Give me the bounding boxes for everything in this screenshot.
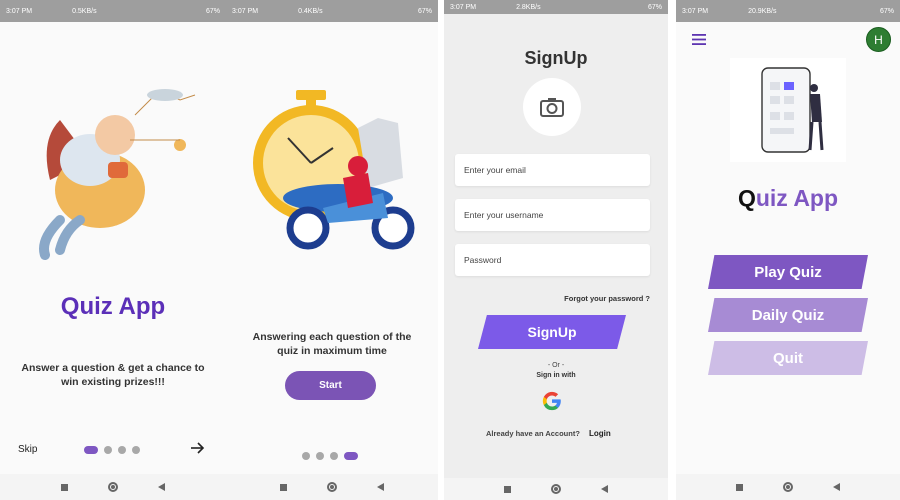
screenshot-collage: 3:07 PM 0.5KB/s 67% Quiz App Answer a qu… — [0, 0, 900, 500]
email-field[interactable] — [455, 154, 650, 186]
onboarding-screen-1: 3:07 PM 0.5KB/s 67% Quiz App Answer a qu… — [0, 0, 226, 500]
home-icon[interactable] — [327, 482, 337, 492]
recent-apps-icon[interactable] — [736, 483, 743, 491]
app-title-rest: uiz App — [755, 185, 839, 211]
status-time: 3:07 PM — [6, 7, 33, 15]
app-title-initial: Q — [737, 185, 756, 211]
play-quiz-button[interactable]: Play Quiz — [708, 255, 868, 289]
flying-character-illustration — [39, 89, 196, 260]
page-title: SignUp — [524, 48, 588, 68]
status-time: 3:07 PM — [232, 7, 259, 15]
system-nav-bar — [226, 474, 438, 500]
google-icon[interactable] — [541, 390, 563, 412]
quit-button[interactable]: Quit — [708, 341, 868, 375]
recent-apps-icon[interactable] — [504, 485, 511, 493]
back-icon[interactable] — [601, 485, 608, 493]
onboarding-description: Answering each question of the quiz in m… — [252, 331, 412, 357]
username-field[interactable] — [455, 199, 650, 231]
network-speed: 0.4KB/s — [298, 7, 323, 15]
page-dot[interactable] — [118, 446, 126, 454]
system-nav-bar — [444, 478, 668, 500]
login-link[interactable]: Login — [589, 429, 611, 438]
home-icon[interactable] — [783, 482, 793, 492]
page-dot[interactable] — [104, 446, 112, 454]
sign-in-with-label: Sign in with — [536, 372, 576, 379]
home-icon[interactable] — [108, 482, 118, 492]
status-bar: 3:07 PM 0.5KB/s 67% — [0, 0, 226, 22]
network-speed: 0.5KB/s — [72, 7, 97, 15]
recent-apps-icon[interactable] — [61, 483, 68, 491]
onboarding-description: Answer a question & get a chance to win … — [21, 362, 205, 388]
battery-level: 67% — [647, 3, 662, 11]
or-divider: - Or - — [547, 362, 565, 369]
page-dot[interactable] — [330, 452, 338, 460]
system-nav-bar — [0, 474, 226, 500]
start-button[interactable]: Start — [285, 371, 376, 400]
home-screen: 3:07 PM 20.9KB/s 67% H Quiz App Play Qui… — [676, 0, 900, 500]
page-dot[interactable] — [302, 452, 310, 460]
stopwatch-rider-illustration — [253, 90, 415, 250]
battery-level: 67% — [879, 7, 894, 15]
home-icon[interactable] — [551, 484, 561, 494]
hamburger-menu-icon[interactable] — [692, 34, 706, 45]
have-account-label: Already have an Account? — [486, 429, 580, 438]
system-nav-bar — [676, 474, 900, 500]
status-bar: 3:07 PM 20.9KB/s 67% — [676, 0, 900, 22]
arrow-right-icon[interactable] — [188, 439, 206, 457]
page-indicator — [302, 452, 358, 460]
app-title: Quiz App — [676, 185, 900, 212]
network-speed: 20.9KB/s — [748, 7, 777, 15]
battery-level: 67% — [417, 7, 432, 15]
app-title: Quiz App — [60, 293, 166, 320]
skip-button[interactable]: Skip — [18, 444, 37, 455]
recent-apps-icon[interactable] — [280, 483, 287, 491]
page-dot[interactable] — [132, 446, 140, 454]
network-speed: 2.8KB/s — [516, 3, 541, 11]
page-indicator — [84, 446, 140, 454]
daily-quiz-button[interactable]: Daily Quiz — [708, 298, 868, 332]
status-bar: 3:07 PM 2.8KB/s 67% — [444, 0, 668, 14]
forgot-password-link[interactable]: Forgot your password ? — [564, 294, 650, 303]
battery-level: 67% — [205, 7, 220, 15]
signup-screen: 3:07 PM 2.8KB/s 67% SignUp Forgot your p… — [444, 0, 668, 500]
back-icon[interactable] — [833, 483, 840, 491]
status-time: 3:07 PM — [682, 7, 709, 15]
signup-button[interactable]: SignUp — [478, 315, 626, 349]
profile-photo-picker[interactable] — [523, 78, 581, 136]
page-dot-active[interactable] — [344, 452, 358, 460]
onboarding-screen-2: 3:07 PM 0.4KB/s 67% Answering each quest… — [226, 0, 438, 500]
page-dot[interactable] — [316, 452, 324, 460]
back-icon[interactable] — [158, 483, 165, 491]
status-bar: 3:07 PM 0.4KB/s 67% — [226, 0, 438, 22]
status-time: 3:07 PM — [450, 3, 477, 11]
camera-icon — [540, 98, 564, 117]
password-field[interactable] — [455, 244, 650, 276]
back-icon[interactable] — [377, 483, 384, 491]
avatar[interactable]: H — [866, 27, 891, 52]
page-dot-active[interactable] — [84, 446, 98, 454]
phone-quiz-illustration — [730, 58, 846, 162]
